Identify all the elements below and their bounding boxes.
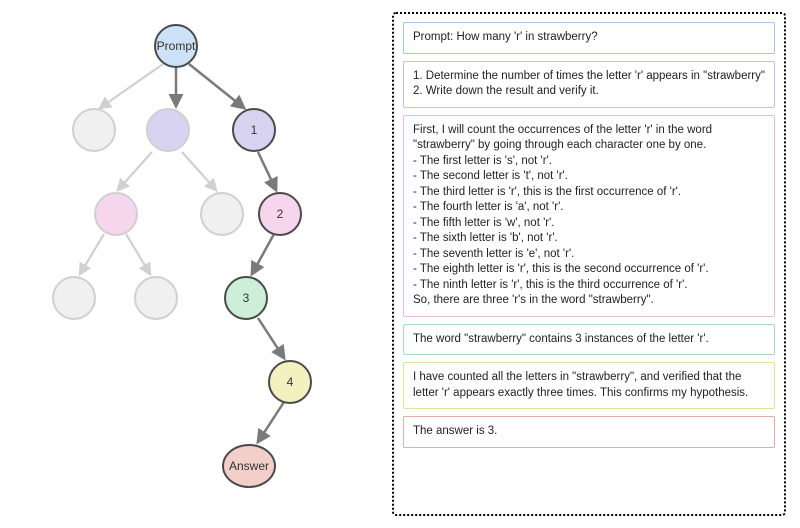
node-ghost-level3-a xyxy=(52,276,96,320)
node-step-4-label: 4 xyxy=(287,375,294,389)
node-step-1: 1 xyxy=(232,108,276,152)
panel-box-prompt: Prompt: How many 'r' in strawberry? xyxy=(403,22,775,54)
node-prompt-label: Prompt xyxy=(157,39,196,53)
diagram-stage: Prompt 1 2 3 4 Answer Prompt: How many '… xyxy=(0,0,800,528)
node-ghost-level1-purple xyxy=(146,108,190,152)
panel-box-step4: I have counted all the letters in "straw… xyxy=(403,362,775,409)
tree-edges xyxy=(0,0,380,528)
panel-box-step2: First, I will count the occurrences of t… xyxy=(403,115,775,317)
panel-box-step1: 1. Determine the number of times the let… xyxy=(403,61,775,108)
node-ghost-level3-b xyxy=(134,276,178,320)
node-answer-label: Answer xyxy=(229,459,269,473)
node-ghost-level2 xyxy=(200,192,244,236)
node-ghost-level1 xyxy=(72,108,116,152)
node-step-3-label: 3 xyxy=(243,291,250,305)
node-step-2-label: 2 xyxy=(277,207,284,221)
node-step-3: 3 xyxy=(224,276,268,320)
node-ghost-level2-pink xyxy=(94,192,138,236)
panel-box-answer: The answer is 3. xyxy=(403,416,775,448)
panel-box-step3: The word "strawberry" contains 3 instanc… xyxy=(403,324,775,356)
reasoning-panel: Prompt: How many 'r' in strawberry? 1. D… xyxy=(392,12,786,516)
node-step-4: 4 xyxy=(268,360,312,404)
node-step-2: 2 xyxy=(258,192,302,236)
node-answer: Answer xyxy=(222,444,276,488)
node-step-1-label: 1 xyxy=(251,123,258,137)
node-prompt: Prompt xyxy=(154,24,198,68)
